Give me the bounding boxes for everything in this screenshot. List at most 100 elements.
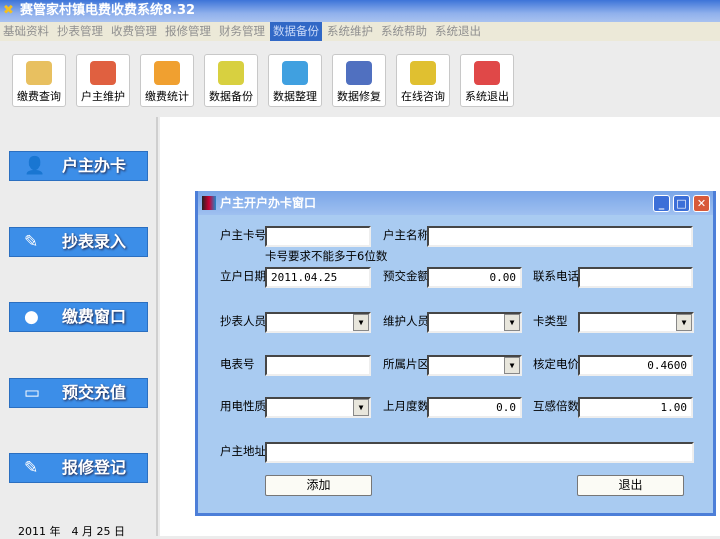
sidebar-button-5[interactable]: ✎ 报修登记 bbox=[9, 453, 148, 483]
chevron-down-icon[interactable]: ▼ bbox=[504, 314, 520, 331]
current-date: 2011 年 4 月 25 日 bbox=[18, 525, 125, 538]
menu-meter-reading[interactable]: 抄表管理 bbox=[54, 22, 106, 41]
last-reading-label: 上月度数 bbox=[383, 399, 429, 413]
pie-chart-icon bbox=[282, 61, 308, 85]
notebook-pen-icon: ✎ bbox=[24, 458, 39, 478]
title-bar: 赛管家村镇电费收费系统8.32 bbox=[0, 0, 720, 22]
card-book-icon: ▭ bbox=[24, 382, 41, 403]
address-input[interactable] bbox=[265, 442, 694, 463]
left-panel: 👤 户主办卡 ✎ 抄表录入 ● 缴费窗口 ▭ 预交充值 ✎ 报修登记 bbox=[0, 117, 158, 536]
sidebar-button-label: 缴费窗口 bbox=[62, 307, 127, 326]
area-select[interactable]: ▼ bbox=[427, 355, 522, 376]
sidebar-button-2[interactable]: ✎ 抄表录入 bbox=[9, 226, 148, 257]
toolbar-button-label: 缴费查询 bbox=[17, 90, 61, 103]
maintainer-label: 维护人员 bbox=[383, 314, 429, 328]
usage-type-select[interactable]: ▼ bbox=[265, 397, 371, 418]
menu-finance[interactable]: 财务管理 bbox=[216, 22, 268, 41]
menu-help[interactable]: 系统帮助 bbox=[378, 22, 430, 41]
dialog-icon bbox=[202, 196, 216, 210]
owner-name-label: 户主名称 bbox=[383, 228, 429, 242]
prepay-label: 预交金额 bbox=[383, 269, 429, 283]
menu-maintenance[interactable]: 系统维护 bbox=[324, 22, 376, 41]
toolbar-button-label: 数据备份 bbox=[209, 90, 253, 103]
toolbar-button-4[interactable]: 数据备份 bbox=[204, 54, 258, 107]
last-reading-input[interactable]: 0.0 bbox=[427, 397, 522, 418]
sidebar-button-label: 预交充值 bbox=[62, 382, 127, 402]
card-no-input[interactable] bbox=[265, 226, 371, 247]
toolbar-button-label: 在线咨询 bbox=[401, 90, 445, 103]
reader-select[interactable]: ▼ bbox=[265, 312, 371, 333]
card-type-label: 卡类型 bbox=[533, 314, 568, 328]
phone-label: 联系电话 bbox=[533, 269, 579, 283]
close-button[interactable]: ✕ bbox=[693, 195, 710, 212]
menu-repair[interactable]: 报修管理 bbox=[162, 22, 214, 41]
card-no-label: 户主卡号 bbox=[220, 228, 266, 242]
toolbar-button-2[interactable]: 户主维护 bbox=[76, 54, 130, 107]
toolbar-button-label: 户主维护 bbox=[81, 90, 125, 103]
sidebar-button-label: 抄表录入 bbox=[62, 231, 127, 251]
toolbar-button-5[interactable]: 数据整理 bbox=[268, 54, 322, 107]
maintainer-select[interactable]: ▼ bbox=[427, 312, 522, 333]
ct-ratio-input[interactable]: 1.00 bbox=[578, 397, 693, 418]
price-label: 核定电价 bbox=[533, 357, 579, 371]
toolbar-button-1[interactable]: 缴费查询 bbox=[12, 54, 66, 107]
sidebar-button-3[interactable]: ● 缴费窗口 bbox=[9, 302, 148, 332]
sidebar-button-4[interactable]: ▭ 预交充值 bbox=[9, 377, 148, 408]
toolbar-button-3[interactable]: 缴费统计 bbox=[140, 54, 194, 107]
open-date-label: 立户日期 bbox=[220, 269, 266, 283]
dialog-title-bar[interactable]: 户主开户办卡窗口 _ □ ✕ bbox=[198, 191, 713, 215]
app-title: 赛管家村镇电费收费系统8.32 bbox=[20, 3, 196, 18]
chevron-down-icon[interactable]: ▼ bbox=[353, 314, 369, 331]
chevron-down-icon[interactable]: ▼ bbox=[676, 314, 692, 331]
address-label: 户主地址 bbox=[220, 444, 266, 458]
minimize-button[interactable]: _ bbox=[653, 195, 670, 212]
meter-no-input[interactable] bbox=[265, 355, 371, 376]
prepay-input[interactable]: 0.00 bbox=[427, 267, 522, 288]
last-reading-value: 0.0 bbox=[496, 401, 516, 414]
toolbar-button-label: 缴费统计 bbox=[145, 90, 189, 103]
toolbar-button-8[interactable]: 系统退出 bbox=[460, 54, 514, 107]
owner-name-input[interactable] bbox=[427, 226, 693, 247]
chevron-down-icon[interactable]: ▼ bbox=[353, 399, 369, 416]
menu-bar: 基础资料 抄表管理 收费管理 报修管理 财务管理 数据备份 系统维护 系统帮助 … bbox=[0, 22, 720, 41]
chevron-down-icon[interactable]: ▼ bbox=[504, 357, 520, 374]
toolbar-button-label: 数据修复 bbox=[337, 90, 381, 103]
menu-billing[interactable]: 收费管理 bbox=[108, 22, 160, 41]
card-no-hint: 卡号要求不能多于6位数 bbox=[265, 249, 388, 263]
toolbar-button-6[interactable]: 数据修复 bbox=[332, 54, 386, 107]
card-type-select[interactable]: ▼ bbox=[578, 312, 694, 333]
exit-button[interactable]: 退出 bbox=[577, 475, 684, 496]
sidebar-button-label: 户主办卡 bbox=[62, 156, 127, 175]
price-value: 0.4600 bbox=[647, 359, 687, 372]
open-account-dialog: 户主开户办卡窗口 _ □ ✕ 户主卡号 户主名称立户日期 2011.04.25 预交金… bbox=[195, 191, 716, 516]
power-icon bbox=[474, 61, 500, 85]
sidebar-button-label: 报修登记 bbox=[62, 458, 127, 477]
usage-type-label: 用电性质 bbox=[220, 399, 266, 413]
ct-ratio-label: 互感倍数 bbox=[533, 399, 579, 413]
app-icon: ✖ bbox=[3, 3, 14, 18]
menu-exit[interactable]: 系统退出 bbox=[432, 22, 484, 41]
maximize-button[interactable]: □ bbox=[673, 195, 690, 212]
menu-basic-data[interactable]: 基础资料 bbox=[0, 22, 52, 41]
add-button[interactable]: 添加 bbox=[265, 475, 372, 496]
open-date-value: 2011.04.25 bbox=[271, 271, 338, 284]
area-label: 所属片区 bbox=[383, 357, 429, 371]
ct-ratio-value: 1.00 bbox=[660, 401, 688, 414]
prepay-value: 0.00 bbox=[489, 271, 517, 284]
statistics-box-icon bbox=[154, 61, 180, 85]
online-help-icon bbox=[410, 61, 436, 85]
notebook-pen-icon: ✎ bbox=[24, 231, 39, 252]
coins-icon: ● bbox=[24, 307, 39, 327]
price-input[interactable]: 0.4600 bbox=[578, 355, 693, 376]
phone-input[interactable] bbox=[578, 267, 693, 288]
toolbar: 缴费查询 户主维护 缴费统计 数据备份 数据整理 数据修复 在线咨询 系统退出 bbox=[0, 41, 720, 117]
open-date-input[interactable]: 2011.04.25 bbox=[265, 267, 371, 288]
menu-backup[interactable]: 数据备份 bbox=[270, 22, 322, 41]
dialog-title: 户主开户办卡窗口 bbox=[220, 196, 317, 210]
floppy-wrench-icon bbox=[346, 61, 372, 85]
user-card-icon: 👤 bbox=[24, 156, 46, 176]
sidebar-button-1[interactable]: 👤 户主办卡 bbox=[9, 151, 148, 181]
users-icon bbox=[90, 61, 116, 85]
toolbar-button-7[interactable]: 在线咨询 bbox=[396, 54, 450, 107]
toolbar-button-label: 系统退出 bbox=[465, 90, 509, 103]
